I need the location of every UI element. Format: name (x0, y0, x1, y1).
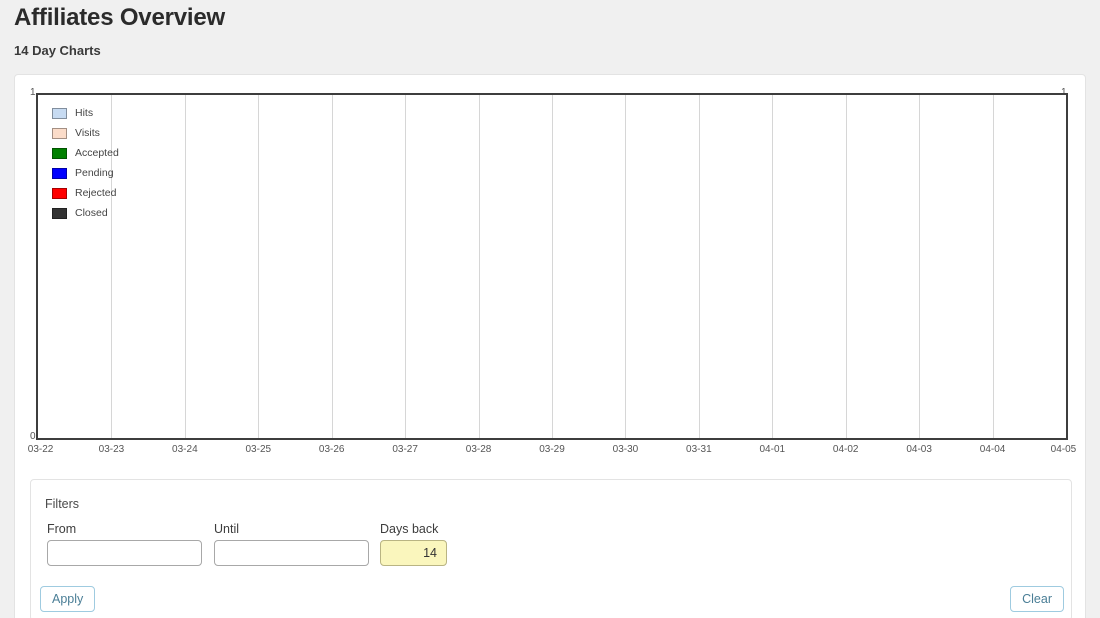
chart-plot-area: Hits Visits Accepted Pending Rejected Closed (36, 93, 1068, 440)
legend-swatch-icon (52, 168, 67, 179)
filters-panel: Filters From Until Days back (30, 479, 1072, 618)
legend-item-label: Hits (75, 107, 94, 119)
legend-item-label: Visits (75, 127, 100, 139)
legend-item[interactable]: Closed (52, 207, 119, 220)
x-axis-ticks: 03-22 03-23 03-24 03-25 03-26 03-27 03-28 03-29… (28, 444, 1076, 464)
legend-item[interactable]: Rejected (52, 187, 119, 200)
legend-item[interactable]: Pending (52, 167, 119, 180)
legend-item[interactable]: Hits (52, 107, 119, 120)
page-subtitle: 14 Day Charts (14, 43, 101, 58)
x-axis-tick-label: 03-23 (98, 444, 125, 455)
legend-item-label: Accepted (75, 147, 119, 159)
overview-card: 1 0 1 0 HitsVisitsAcceptedPendingRejecte… (14, 74, 1086, 618)
legend-swatch-icon (52, 208, 67, 219)
x-axis-tick-label: 03-26 (318, 444, 345, 455)
legend-swatch-icon (52, 128, 67, 139)
x-axis-tick-label: 04-02 (832, 444, 859, 455)
x-axis-tick-label: 03-25 (245, 444, 272, 455)
filter-field-from: From (47, 522, 202, 566)
x-axis-tick-label: 03-31 (686, 444, 712, 455)
x-axis-tick-label: 03-29 (539, 444, 565, 455)
legend-item[interactable]: Visits (52, 127, 119, 140)
y-axis-bottom-left-label: 0 (30, 431, 36, 442)
until-label: Until (214, 522, 240, 536)
legend-item-label: Closed (75, 207, 108, 219)
affiliates-chart: 1 0 1 0 HitsVisitsAcceptedPendingRejecte… (15, 75, 1087, 470)
from-input[interactable] (47, 540, 202, 566)
x-axis-tick-label: 03-27 (392, 444, 418, 455)
clear-button[interactable]: Clear (1010, 586, 1064, 612)
x-axis-tick-label: 03-30 (612, 444, 639, 455)
y-axis-top-left-label: 1 (30, 87, 36, 98)
page-root: Affiliates Overview 14 Day Charts 1 0 1 … (0, 0, 1100, 618)
x-axis-tick-label: 04-03 (906, 444, 932, 455)
x-axis-tick-label: 04-01 (759, 444, 786, 455)
x-axis-tick-label: 03-24 (172, 444, 198, 455)
filter-field-until: Until (214, 522, 369, 566)
legend-item[interactable]: Accepted (52, 147, 119, 160)
x-axis-tick-label: 03-22 (27, 444, 54, 455)
chart-series-svg (38, 95, 1066, 438)
legend-item-label: Rejected (75, 187, 117, 199)
legend-swatch-icon (52, 188, 67, 199)
days-back-input[interactable] (380, 540, 447, 566)
days-back-label: Days back (380, 522, 439, 536)
page-title: Affiliates Overview (14, 4, 225, 31)
x-axis-tick-label: 04-05 (1050, 444, 1077, 455)
until-input[interactable] (214, 540, 369, 566)
legend-swatch-icon (52, 108, 67, 119)
x-axis-tick-label: 03-28 (465, 444, 492, 455)
chart-legend: Hits Visits Accepted Pending Rejected Closed (52, 107, 119, 220)
filter-field-days-back: Days back (380, 522, 447, 566)
apply-button[interactable]: Apply (40, 586, 96, 612)
x-axis-tick-label: 04-04 (979, 444, 1006, 455)
from-label: From (47, 522, 77, 536)
filters-legend: Filters (45, 497, 80, 511)
legend-item-label: Pending (75, 167, 114, 179)
legend-swatch-icon (52, 148, 67, 159)
